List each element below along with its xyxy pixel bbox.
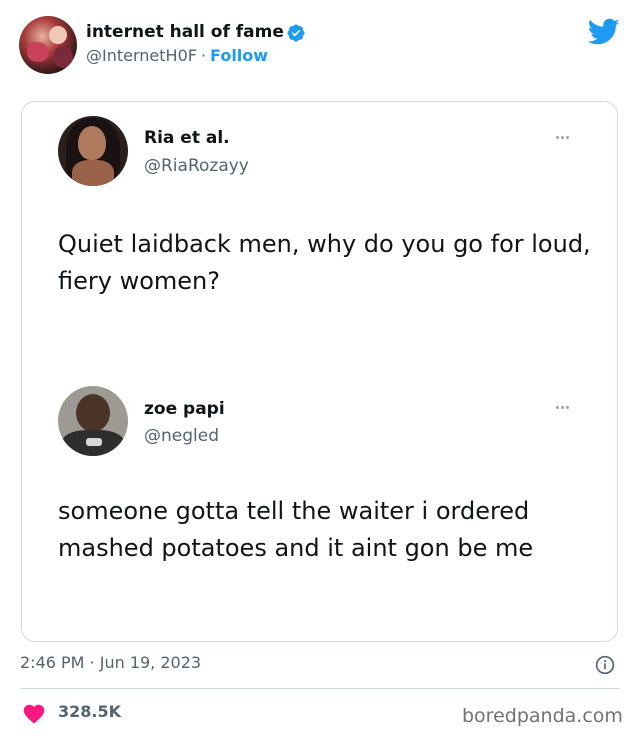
tweet-embed: internet hall of fame @InternetH0F · Follo… — [0, 0, 640, 737]
like-count: 328.5K — [58, 702, 122, 721]
follow-button[interactable]: Follow — [210, 46, 268, 65]
embedded-tweet-text: Quiet laidback men, why do you go for lo… — [58, 230, 591, 295]
separator: · — [200, 46, 207, 65]
embedded-tweet-name: Ria et al. — [144, 128, 230, 148]
tweet-timestamp[interactable]: 2:46 PM · Jun 19, 2023 — [20, 653, 201, 672]
embedded-tweet-handle: @negled — [144, 426, 219, 446]
embedded-tweet-text: someone gotta tell the waiter i ordered … — [58, 497, 534, 562]
twitter-bird-icon[interactable] — [588, 18, 620, 46]
account-handle-line: @InternetH0F · Follow — [86, 46, 268, 65]
avatar — [58, 386, 128, 456]
watermark: boredpanda.com — [462, 705, 623, 727]
more-dots-icon — [556, 406, 574, 412]
embedded-tweet-name: zoe papi — [144, 399, 225, 419]
avatar — [58, 116, 128, 186]
embedded-screenshot-card: Ria et al. @RiaRozayy Quiet laidback men… — [21, 101, 618, 642]
embedded-tweet-handle: @RiaRozayy — [144, 156, 249, 176]
more-dots-icon — [556, 136, 574, 142]
account-name[interactable]: internet hall of fame — [86, 22, 284, 42]
heart-icon[interactable] — [22, 702, 46, 724]
info-icon[interactable] — [595, 655, 615, 675]
tweet-header: internet hall of fame @InternetH0F · Follo… — [0, 0, 640, 86]
avatar[interactable] — [19, 16, 77, 74]
verified-badge-icon — [287, 24, 305, 42]
divider — [20, 688, 620, 689]
account-handle[interactable]: @InternetH0F — [86, 46, 197, 65]
